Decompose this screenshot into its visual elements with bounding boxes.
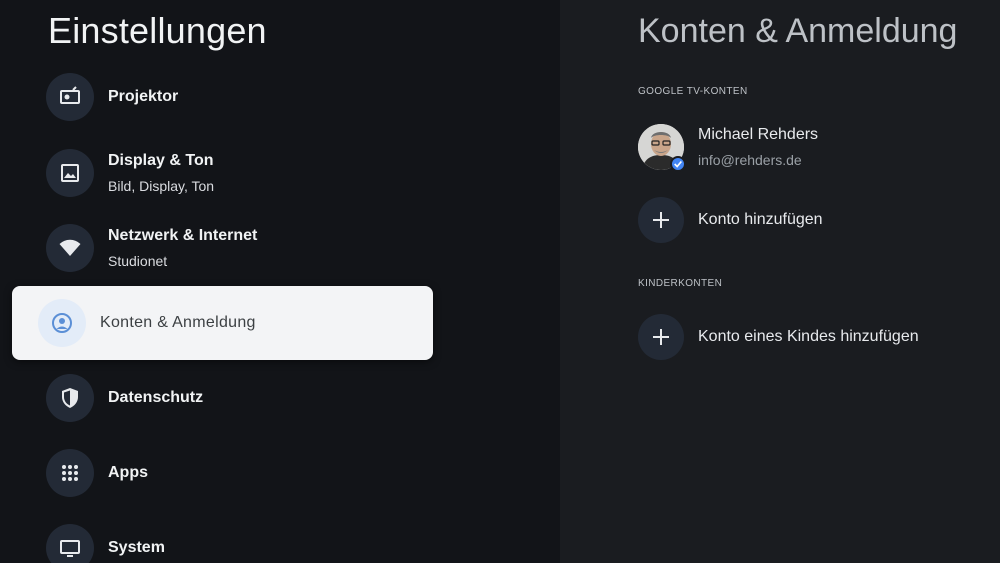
menu-item-apps[interactable]: Apps — [46, 448, 466, 498]
detail-title: Konten & Anmeldung — [638, 12, 958, 50]
menu-item-netzwerk-internet[interactable]: Netzwerk & Internet Studionet — [46, 223, 466, 273]
account-item[interactable]: Michael Rehders info@rehders.de — [638, 124, 819, 172]
menu-item-projektor[interactable]: Projektor — [46, 72, 466, 122]
menu-item-subtitle: Bild, Display, Ton — [108, 178, 215, 194]
apps-grid-icon — [46, 449, 94, 497]
menu-item-label: Apps — [108, 464, 148, 481]
menu-item-label: Datenschutz — [108, 389, 204, 406]
account-icon — [38, 299, 86, 347]
monitor-icon — [46, 524, 94, 563]
section-label-google-tv-konten: GOOGLE TV-KONTEN — [638, 86, 748, 97]
account-name: Michael Rehders — [698, 126, 819, 143]
menu-item-label: Projektor — [108, 88, 179, 105]
image-icon — [46, 149, 94, 197]
avatar — [638, 124, 686, 172]
menu-item-system[interactable]: System — [46, 523, 466, 563]
menu-item-subtitle: Studionet — [108, 253, 168, 269]
menu-item-label: Netzwerk & Internet — [108, 227, 258, 244]
menu-item-display-ton[interactable]: Display & Ton Bild, Display, Ton — [46, 148, 466, 198]
verified-check-icon — [670, 156, 686, 172]
menu-item-label: Display & Ton — [108, 152, 214, 169]
wifi-icon — [46, 224, 94, 272]
menu-item-label: System — [108, 539, 165, 556]
menu-item-konten-anmeldung[interactable]: Konten & Anmeldung — [12, 286, 433, 360]
account-email: info@rehders.de — [698, 152, 802, 168]
add-account-label: Konto hinzufügen — [698, 211, 823, 228]
shield-icon — [46, 374, 94, 422]
plus-icon — [638, 314, 684, 360]
add-account-button[interactable]: Konto hinzufügen — [638, 197, 823, 243]
page-title: Einstellungen — [48, 10, 267, 51]
menu-item-datenschutz[interactable]: Datenschutz — [46, 373, 466, 423]
detail-pane — [560, 0, 1000, 563]
add-kid-account-button[interactable]: Konto eines Kindes hinzufügen — [638, 314, 919, 360]
menu-item-label: Konten & Anmeldung — [100, 314, 256, 331]
plus-icon — [638, 197, 684, 243]
projector-icon — [46, 73, 94, 121]
section-label-kinderkonten: KINDERKONTEN — [638, 278, 723, 289]
add-kid-account-label: Konto eines Kindes hinzufügen — [698, 328, 919, 345]
